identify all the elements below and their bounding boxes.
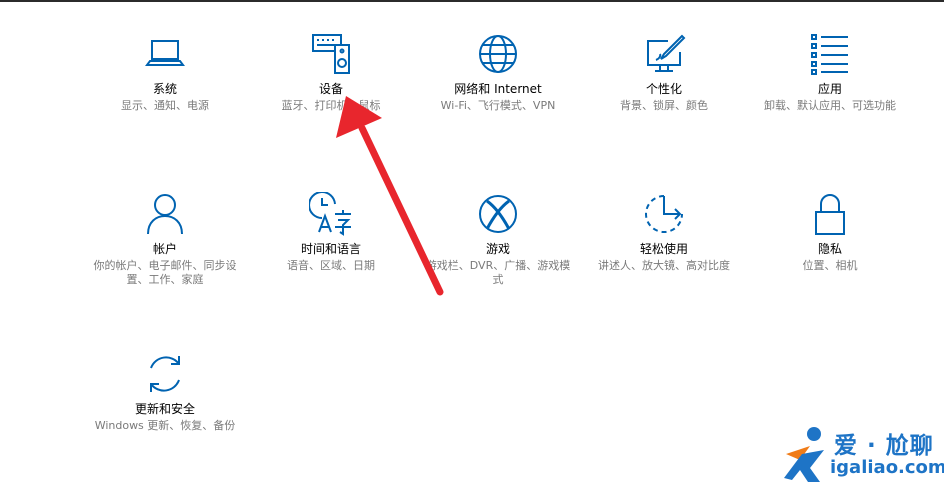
tile-title: 更新和安全	[134, 402, 195, 416]
sync-icon	[143, 352, 187, 396]
keyboard-speaker-icon	[309, 32, 353, 76]
tile-title: 隐私	[817, 242, 842, 256]
tile-title: 个性化	[645, 82, 682, 96]
tile-description: 显示、通知、电源	[121, 99, 209, 112]
watermark-logo-icon	[784, 427, 824, 482]
tile-title: 轻松使用	[639, 242, 688, 256]
time-language-icon	[309, 192, 353, 236]
globe-icon	[476, 32, 520, 76]
tile-title: 网络和 Internet	[454, 82, 542, 96]
watermark-url: igaliao.com	[830, 457, 944, 478]
tile-description: 游戏栏、DVR、广播、游戏模式	[425, 259, 571, 286]
tile-title: 系统	[152, 82, 177, 96]
lock-icon	[808, 192, 852, 236]
tile-system[interactable]: 系统 显示、通知、电源	[85, 32, 245, 113]
tile-gaming[interactable]: 游戏 游戏栏、DVR、广播、游戏模式	[418, 192, 578, 287]
tile-ease-of-access[interactable]: 轻松使用 讲述人、放大镜、高对比度	[584, 192, 744, 273]
tile-personalization[interactable]: 个性化 背景、锁屏、颜色	[584, 32, 744, 113]
tile-description: 蓝牙、打印机、鼠标	[281, 99, 381, 112]
tile-description: Wi-Fi、飞行模式、VPN	[440, 99, 556, 112]
laptop-icon	[143, 32, 187, 76]
tile-accounts[interactable]: 帐户 你的帐户、电子邮件、同步设置、工作、家庭	[85, 192, 245, 287]
tile-devices[interactable]: 设备 蓝牙、打印机、鼠标	[251, 32, 411, 113]
tile-title: 设备	[318, 82, 343, 96]
tile-time-language[interactable]: 时间和语言 语音、区域、日期	[251, 192, 411, 273]
tile-description: Windows 更新、恢复、备份	[94, 419, 236, 432]
tile-privacy[interactable]: 隐私 位置、相机	[750, 192, 910, 273]
ease-of-access-icon	[642, 192, 686, 236]
watermark: 爱 · 尬聊 igaliao.com	[780, 424, 944, 488]
window-top-border	[0, 0, 944, 2]
person-icon	[143, 192, 187, 236]
paint-monitor-icon	[642, 32, 686, 76]
tile-description: 你的帐户、电子邮件、同步设置、工作、家庭	[93, 259, 237, 286]
tile-description: 背景、锁屏、颜色	[620, 99, 708, 112]
tile-network[interactable]: 网络和 Internet Wi-Fi、飞行模式、VPN	[418, 32, 578, 113]
xbox-icon	[476, 192, 520, 236]
tile-title: 帐户	[152, 242, 177, 256]
tile-description: 讲述人、放大镜、高对比度	[598, 259, 730, 272]
tile-description: 位置、相机	[802, 259, 858, 272]
tile-title: 游戏	[485, 242, 510, 256]
watermark-text: 爱 · 尬聊	[834, 433, 934, 459]
tile-update-security[interactable]: 更新和安全 Windows 更新、恢复、备份	[85, 352, 245, 433]
tile-title: 应用	[817, 82, 842, 96]
tile-title: 时间和语言	[300, 242, 361, 256]
tile-description: 语音、区域、日期	[287, 259, 375, 272]
tile-description: 卸载、默认应用、可选功能	[764, 99, 896, 112]
app-list-icon	[808, 32, 852, 76]
tile-apps[interactable]: 应用 卸载、默认应用、可选功能	[750, 32, 910, 113]
